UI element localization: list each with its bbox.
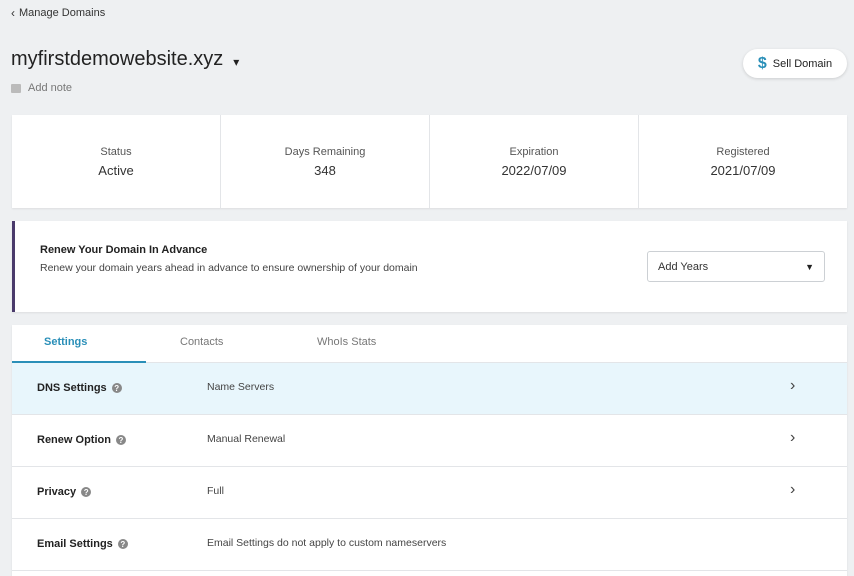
stat-label: Expiration [509, 145, 559, 158]
note-icon [11, 83, 21, 93]
stat-days-remaining: Days Remaining 348 [221, 115, 430, 208]
renew-in-advance-card: Renew Your Domain In Advance Renew your … [12, 221, 847, 312]
chevron-left-icon: ‹ [11, 6, 15, 20]
domain-title: myfirstdemowebsite.xyz ▾ [11, 48, 239, 71]
caret-down-icon[interactable]: ▾ [233, 55, 239, 69]
domain-name: myfirstdemowebsite.xyz [11, 48, 224, 70]
row-label: Privacy [37, 486, 77, 498]
tab-whois-stats[interactable]: WhoIs Stats [317, 336, 376, 348]
domain-settings-panel: Settings Contacts WhoIs Stats DNS Settin… [12, 325, 847, 576]
stat-label: Status [100, 145, 132, 158]
add-years-select[interactable]: Add Years ▼ [647, 251, 825, 282]
row-label-wrap: Email Settings ? [37, 538, 128, 550]
domain-stats-card: Status Active Days Remaining 348 Expirat… [12, 115, 847, 208]
row-renew-option[interactable]: Renew Option ? Manual Renewal › [12, 415, 847, 467]
back-to-manage-domains-link[interactable]: ‹ Manage Domains [11, 7, 105, 19]
stat-label: Registered [716, 145, 770, 158]
sell-domain-label: Sell Domain [772, 57, 833, 70]
add-years-value: Add Years [658, 260, 709, 273]
stat-value: Active [98, 162, 134, 178]
chevron-right-icon: › [790, 481, 796, 498]
stat-value: 2021/07/09 [710, 162, 776, 178]
add-note-link[interactable]: Add note [11, 82, 72, 94]
help-icon[interactable]: ? [81, 487, 92, 497]
row-value: Manual Renewal [207, 433, 286, 445]
stat-value: 348 [314, 162, 336, 178]
add-note-label: Add note [28, 82, 73, 94]
stat-status: Status Active [12, 115, 221, 208]
stat-value: 2022/07/09 [501, 162, 567, 178]
row-email-settings: Email Settings ? Email Settings do not a… [12, 519, 847, 571]
stat-registered: Registered 2021/07/09 [639, 115, 847, 208]
row-value: Email Settings do not apply to custom na… [207, 537, 447, 549]
tab-bar: Settings Contacts WhoIs Stats [12, 325, 847, 363]
row-privacy[interactable]: Privacy ? Full › [12, 467, 847, 519]
row-label-wrap: Renew Option ? [37, 434, 126, 446]
chevron-right-icon: › [790, 429, 796, 446]
back-link-label: Manage Domains [19, 7, 106, 19]
help-icon[interactable]: ? [115, 435, 126, 445]
row-dns-settings[interactable]: DNS Settings ? Name Servers › [12, 363, 847, 415]
row-label: Email Settings [37, 538, 113, 550]
row-label: Renew Option [37, 434, 111, 446]
row-value: Full [207, 485, 224, 497]
row-label: DNS Settings [37, 382, 107, 394]
dollar-icon: $ [757, 54, 767, 72]
tab-settings[interactable]: Settings [44, 336, 87, 348]
help-icon[interactable]: ? [111, 383, 122, 393]
tab-contacts[interactable]: Contacts [180, 336, 223, 348]
chevron-right-icon: › [790, 377, 796, 394]
row-label-wrap: DNS Settings ? [37, 382, 122, 394]
stat-expiration: Expiration 2022/07/09 [430, 115, 639, 208]
sell-domain-button[interactable]: $ Sell Domain [743, 49, 847, 78]
renew-description: Renew your domain years ahead in advance… [40, 262, 418, 274]
stat-label: Days Remaining [284, 145, 366, 158]
row-label-wrap: Privacy ? [37, 486, 92, 498]
row-value: Name Servers [207, 381, 275, 393]
renew-title: Renew Your Domain In Advance [40, 244, 208, 256]
help-icon[interactable]: ? [117, 539, 128, 549]
caret-down-icon: ▼ [805, 261, 814, 272]
